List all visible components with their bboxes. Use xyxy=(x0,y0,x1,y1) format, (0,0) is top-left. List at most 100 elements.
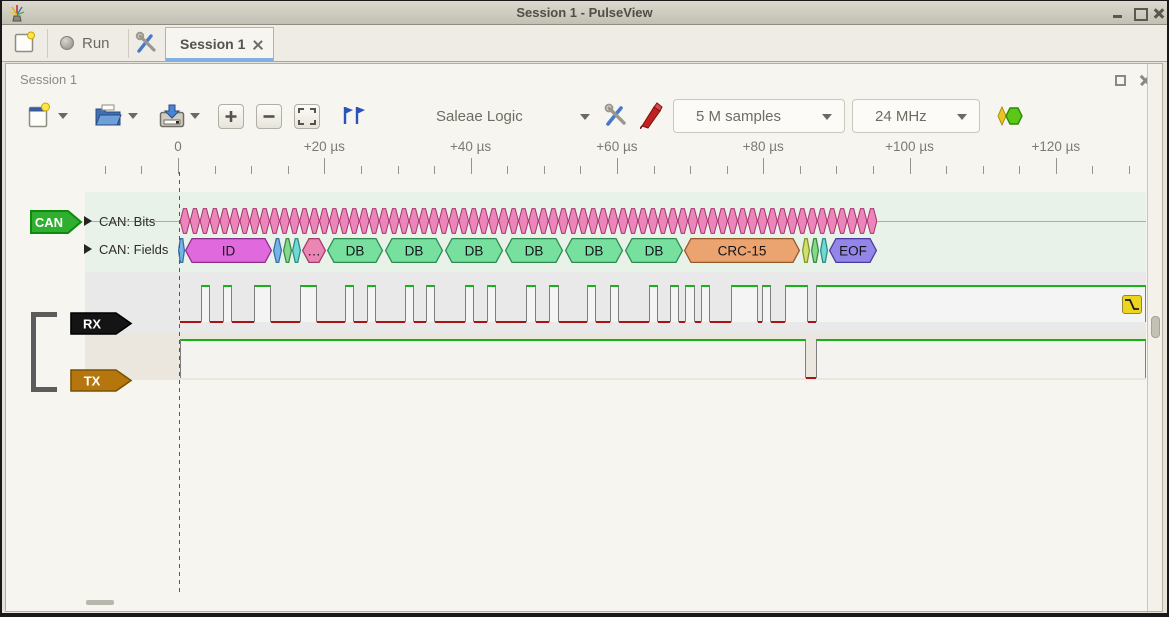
maximize-icon[interactable] xyxy=(1133,6,1147,20)
ruler-tick xyxy=(1092,166,1093,174)
vertical-scrollbar-thumb[interactable] xyxy=(1151,316,1160,338)
channel-tab-rx-label: RX xyxy=(83,317,101,332)
can-bit-annotation xyxy=(419,209,429,234)
toolbar-separator xyxy=(128,29,129,58)
show-cursors-flags-icon[interactable] xyxy=(338,104,366,128)
can-bit-annotation xyxy=(668,209,678,234)
can-bit-annotation xyxy=(628,209,638,234)
run-led-icon xyxy=(60,36,74,50)
sample-rate-select[interactable]: 24 MHz xyxy=(852,99,980,133)
can-bit-annotation xyxy=(489,209,499,234)
wave-high-segment xyxy=(816,285,1146,322)
save-icon[interactable] xyxy=(158,102,186,129)
can-bit-annotation xyxy=(658,209,668,234)
can-bit-annotation xyxy=(379,209,389,234)
close-icon[interactable] xyxy=(1152,6,1166,20)
wave-high-segment xyxy=(685,285,695,322)
decoder-field-annotation xyxy=(802,238,811,263)
can-bit-annotation xyxy=(399,209,409,234)
can-bit-annotation xyxy=(837,209,847,234)
tab-session-1[interactable]: Session 1 xyxy=(165,27,274,62)
run-button[interactable]: Run xyxy=(54,28,124,59)
ruler-tick xyxy=(836,166,837,174)
can-bit-annotation xyxy=(190,209,200,234)
new-session-icon[interactable] xyxy=(14,31,36,54)
decoder-row-label-bits[interactable]: CAN: Bits xyxy=(99,214,155,229)
open-file-icon[interactable] xyxy=(94,103,122,128)
sample-count-select[interactable]: 5 M samples xyxy=(673,99,845,133)
can-bit-annotation xyxy=(409,209,419,234)
ruler-label: +100 µs xyxy=(885,139,934,154)
channel-group-bracket[interactable] xyxy=(31,312,36,392)
can-bit-annotation xyxy=(748,209,758,234)
ruler-label: +80 µs xyxy=(743,139,784,154)
zoom-out-button[interactable] xyxy=(256,104,282,129)
can-bit-annotation xyxy=(608,209,618,234)
decoder-field-label: DB xyxy=(405,244,424,259)
trigger-falling-edge-marker[interactable] xyxy=(1122,295,1142,314)
add-decoder-icon[interactable] xyxy=(996,106,1024,126)
wave-low-segment xyxy=(710,321,731,323)
wave-high-segment xyxy=(426,285,435,322)
ruler-tick xyxy=(288,166,289,174)
wave-high-segment xyxy=(223,285,232,322)
can-bit-annotation xyxy=(359,209,369,234)
decoder-row-label-fields[interactable]: CAN: Fields xyxy=(99,242,168,257)
configure-device-icon[interactable] xyxy=(602,103,630,129)
wave-high-segment xyxy=(405,285,414,322)
save-dropdown-icon[interactable] xyxy=(190,113,200,119)
tab-close-icon[interactable] xyxy=(252,39,264,51)
expand-arrow-icon[interactable] xyxy=(84,244,92,254)
channels-probe-icon[interactable] xyxy=(640,102,664,129)
ruler-tick xyxy=(398,166,399,174)
ruler-tick xyxy=(544,166,545,174)
device-name: Saleae Logic xyxy=(436,100,523,134)
zoom-fit-button[interactable] xyxy=(294,104,320,129)
channel-tab-tx[interactable]: TX xyxy=(70,369,133,392)
can-bit-annotation xyxy=(280,209,290,234)
wave-high-segment xyxy=(367,285,376,322)
decoder-field-annotation: CRC-15 xyxy=(684,238,801,263)
new-dropdown-icon[interactable] xyxy=(58,113,68,119)
can-bit-annotation xyxy=(808,209,818,234)
decoder-field-label: … xyxy=(307,244,321,259)
minimize-icon[interactable] xyxy=(1111,6,1125,20)
sample-count-dropdown-icon xyxy=(822,114,832,120)
can-bit-annotation xyxy=(260,209,270,234)
channel-tab-rx[interactable]: RX xyxy=(70,312,133,335)
can-bit-annotation xyxy=(738,209,748,234)
expand-arrow-icon[interactable] xyxy=(84,216,92,226)
window-title: Session 1 - PulseView xyxy=(2,1,1167,25)
device-select[interactable]: Saleae Logic xyxy=(430,100,594,132)
run-button-label: Run xyxy=(82,35,110,52)
can-bit-annotation xyxy=(718,209,728,234)
horizontal-scrollbar-thumb[interactable] xyxy=(86,600,114,605)
decoder-field-annotation xyxy=(273,238,283,263)
ruler-tick xyxy=(946,166,947,174)
wave-low-segment xyxy=(619,321,649,323)
can-bit-annotation xyxy=(290,209,300,234)
wave-high-segment xyxy=(610,285,619,322)
new-file-icon[interactable] xyxy=(28,102,50,129)
sample-count-value: 5 M samples xyxy=(696,100,781,134)
time-cursor[interactable] xyxy=(179,172,180,595)
decoder-field-label: DB xyxy=(346,244,365,259)
ruler-tick xyxy=(1019,166,1020,174)
wave-high-segment xyxy=(180,339,806,378)
decoder-field-label: CRC-15 xyxy=(718,244,767,259)
decoder-tab-can[interactable]: CAN xyxy=(30,210,83,234)
ruler-tick xyxy=(727,166,728,174)
tab-label: Session 1 xyxy=(180,36,245,52)
wave-low-segment xyxy=(596,321,610,323)
wave-low-segment xyxy=(435,321,465,323)
open-dropdown-icon[interactable] xyxy=(128,113,138,119)
can-bit-annotation xyxy=(320,209,330,234)
wave-high-segment xyxy=(587,285,596,322)
can-bit-annotation xyxy=(618,209,628,234)
zoom-in-button[interactable] xyxy=(218,104,244,129)
can-bit-annotation xyxy=(827,209,837,234)
decoder-field-annotation: DB xyxy=(385,238,444,263)
ruler-tick xyxy=(141,166,142,174)
subwindow-maximize-icon[interactable] xyxy=(1115,75,1126,86)
settings-tools-icon[interactable] xyxy=(134,31,160,55)
